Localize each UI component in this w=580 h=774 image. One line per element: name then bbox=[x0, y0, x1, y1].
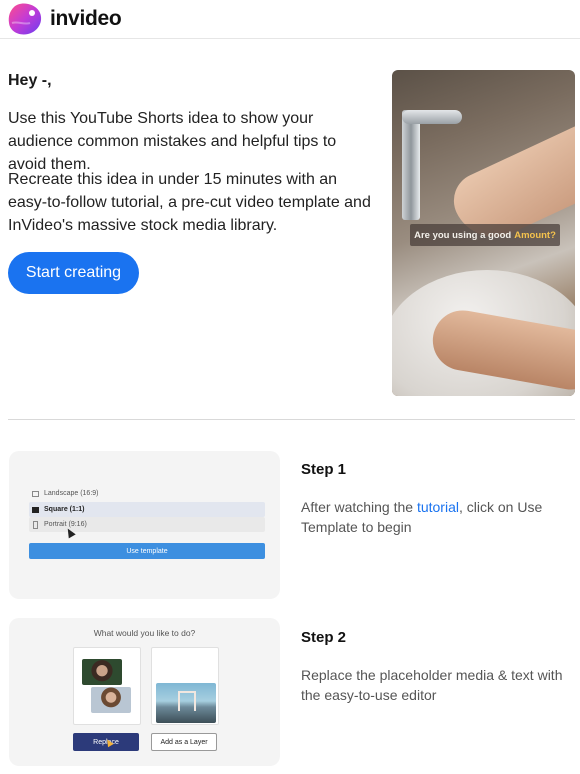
step2-text: Replace the placeholder media & text wit… bbox=[301, 667, 563, 703]
portrait-thumbnail bbox=[82, 659, 122, 685]
step2-illustration[interactable]: What would you like to do? Replace Add a… bbox=[9, 618, 280, 766]
portrait-icon bbox=[33, 520, 38, 529]
option-landscape: Landscape (16:9) bbox=[29, 486, 265, 501]
landscape-icon bbox=[32, 490, 39, 497]
replace-preview bbox=[73, 647, 141, 725]
video-caption: Are you using a good Amount? bbox=[410, 224, 560, 246]
step1-text: After watching the tutorial, click on Us… bbox=[301, 497, 579, 537]
invideo-logo-icon[interactable] bbox=[6, 1, 44, 37]
intro-paragraph-2: Recreate this idea in under 15 minutes w… bbox=[8, 171, 371, 234]
start-creating-button[interactable]: Start creating bbox=[8, 252, 139, 294]
use-template-button: Use template bbox=[29, 543, 265, 559]
mock-dialog-title: What would you like to do? bbox=[93, 628, 196, 638]
square-icon bbox=[32, 506, 39, 513]
section-divider bbox=[8, 419, 575, 420]
option-label: Portrait (9:16) bbox=[44, 521, 87, 528]
greeting: Hey -, bbox=[8, 72, 52, 89]
option-label: Square (1:1) bbox=[44, 506, 85, 513]
faucet-graphic bbox=[402, 110, 420, 220]
spout-graphic bbox=[402, 110, 462, 124]
layer-preview bbox=[151, 647, 219, 725]
tutorial-link[interactable]: tutorial bbox=[417, 499, 459, 515]
option-label: Landscape (16:9) bbox=[44, 490, 99, 497]
header: invideo bbox=[6, 0, 122, 38]
brand-name: invideo bbox=[50, 7, 122, 30]
portrait-thumbnail bbox=[91, 687, 131, 713]
landscape-thumbnail bbox=[156, 683, 216, 723]
intro-paragraph-1: Use this YouTube Shorts idea to show you… bbox=[8, 110, 337, 173]
step1-heading: Step 1 bbox=[301, 461, 347, 478]
caption-highlight: Amount? bbox=[514, 229, 556, 241]
step1-illustration[interactable]: Landscape (16:9) Square (1:1) Portrait (… bbox=[9, 451, 280, 599]
hero-video-thumbnail[interactable]: Are you using a good Amount? bbox=[392, 70, 575, 396]
step2-heading: Step 2 bbox=[301, 629, 347, 646]
step1-text-before: After watching the bbox=[301, 499, 417, 515]
caption-text: Are you using a good bbox=[414, 229, 512, 241]
header-divider bbox=[0, 38, 580, 39]
add-as-layer-button: Add as a Layer bbox=[151, 733, 217, 751]
option-square: Square (1:1) bbox=[29, 502, 265, 517]
